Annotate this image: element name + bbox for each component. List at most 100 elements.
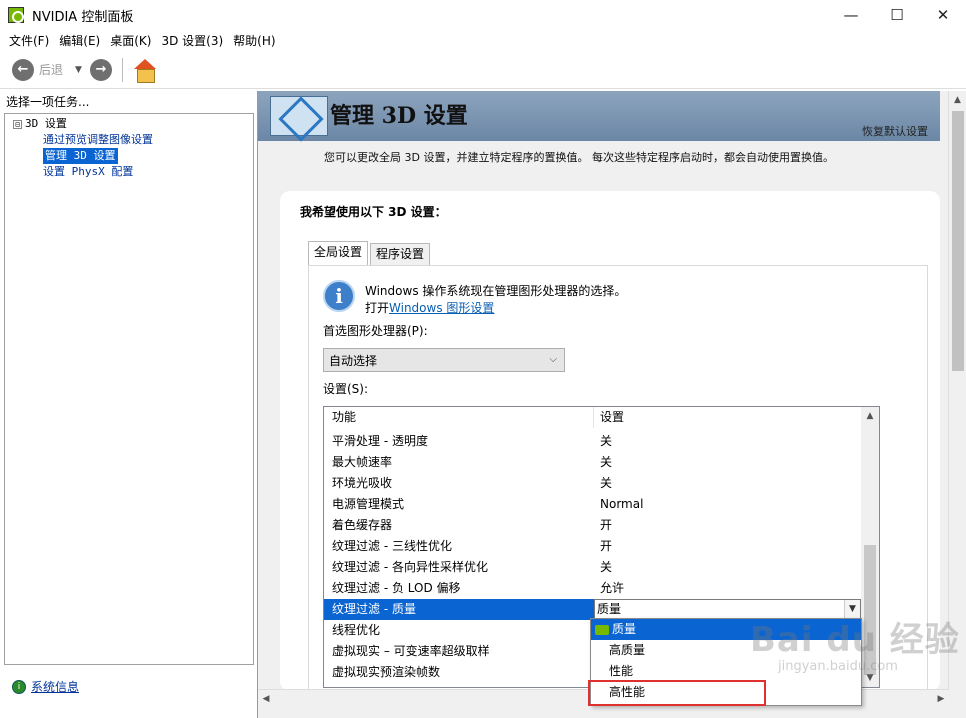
feature-cell: 纹理过滤 - 三线性优化 bbox=[332, 539, 452, 553]
setting-cell: 关 bbox=[600, 560, 613, 574]
feature-cell: 纹理过滤 - 各向异性采样优化 bbox=[332, 560, 488, 574]
column-header-setting[interactable]: 设置 bbox=[594, 407, 624, 428]
close-button[interactable]: ✕ bbox=[920, 0, 966, 30]
feature-cell: 最大帧速率 bbox=[332, 455, 393, 469]
forward-arrow-icon[interactable]: → bbox=[89, 58, 112, 81]
dropdown-option[interactable]: 性能 bbox=[591, 661, 861, 682]
toolbar-separator bbox=[121, 57, 123, 82]
scroll-down-icon[interactable]: ▼ bbox=[861, 669, 879, 687]
system-info-link[interactable]: 系统信息 bbox=[31, 678, 79, 695]
info-link-line: 打开Windows 图形设置 bbox=[365, 299, 494, 316]
maximize-button[interactable]: ☐ bbox=[874, 0, 920, 30]
title-bar: NVIDIA 控制面板 — ☐ ✕ bbox=[0, 0, 966, 30]
table-row[interactable]: 纹理过滤 - 质量 质量 ▼ bbox=[324, 599, 861, 620]
page-banner: 管理 3D 设置 恢复默认设置 bbox=[258, 91, 940, 141]
restore-defaults-link[interactable]: 恢复默认设置 bbox=[862, 123, 928, 139]
content-scrollbar[interactable]: ▲ bbox=[948, 91, 966, 701]
history-dropdown-icon[interactable]: ▼ bbox=[75, 65, 82, 75]
preferred-gpu-value: 自动选择 bbox=[329, 353, 378, 368]
dropdown-option-label: 性能 bbox=[609, 664, 634, 678]
scroll-right-icon[interactable]: ▶ bbox=[933, 690, 949, 708]
dropdown-option-label: 高性能 bbox=[609, 685, 646, 699]
feature-cell: 环境光吸收 bbox=[332, 476, 393, 490]
preferred-gpu-label: 首选图形处理器(P): bbox=[323, 324, 428, 338]
table-row[interactable]: 平滑处理 - 透明度 关 bbox=[324, 431, 861, 452]
scroll-up-icon[interactable]: ▲ bbox=[861, 407, 879, 425]
setting-cell: 关 bbox=[600, 455, 613, 469]
table-row[interactable]: 纹理过滤 - 三线性优化 开 bbox=[324, 536, 861, 557]
table-row[interactable]: 纹理过滤 - 各向异性采样优化 关 bbox=[324, 557, 861, 578]
tree-root-3d-settings[interactable]: ⊟ 3D 设置 bbox=[13, 116, 153, 132]
grid-header: 功能 设置 bbox=[324, 407, 861, 428]
scroll-up-icon[interactable]: ▲ bbox=[949, 91, 966, 109]
tree-item-manage-3d-settings[interactable]: 管理 3D 设置 bbox=[13, 148, 153, 164]
tree-item-label: 管理 3D 设置 bbox=[43, 148, 118, 164]
windows-graphics-settings-link[interactable]: Windows 图形设置 bbox=[389, 301, 494, 315]
toolbar: ← 后退 ▼ → bbox=[0, 51, 966, 89]
system-info[interactable]: i 系统信息 bbox=[12, 678, 79, 695]
settings-tabs: 全局设置 程序设置 bbox=[308, 241, 432, 265]
table-row[interactable]: 纹理过滤 - 负 LOD 偏移 允许 bbox=[324, 578, 861, 599]
back-arrow-icon[interactable]: ← bbox=[12, 58, 34, 81]
table-row[interactable]: 电源管理模式 Normal bbox=[324, 494, 861, 515]
table-row[interactable]: 环境光吸收 关 bbox=[324, 473, 861, 494]
menu-desktop[interactable]: 桌面(K) bbox=[105, 32, 156, 49]
chevron-down-icon[interactable]: ▼ bbox=[844, 600, 860, 619]
chevron-down-icon: ⌵ bbox=[549, 354, 557, 365]
grid-scroll-thumb[interactable] bbox=[864, 545, 876, 675]
feature-cell: 电源管理模式 bbox=[332, 497, 405, 511]
minimize-button[interactable]: — bbox=[828, 0, 874, 30]
feature-cell: 纹理过滤 - 负 LOD 偏移 bbox=[332, 581, 461, 595]
column-header-feature[interactable]: 功能 bbox=[324, 407, 594, 428]
grid-scrollbar[interactable]: ▲ ▼ bbox=[861, 407, 879, 687]
menu-file[interactable]: 文件(F) bbox=[4, 32, 54, 49]
back-label[interactable]: 后退 bbox=[39, 61, 63, 78]
scroll-left-icon[interactable]: ◀ bbox=[258, 690, 274, 708]
window-controls: — ☐ ✕ bbox=[828, 0, 966, 30]
table-row[interactable]: 最大帧速率 关 bbox=[324, 452, 861, 473]
preferred-gpu-select[interactable]: 自动选择 ⌵ bbox=[323, 348, 565, 372]
setting-cell: 开 bbox=[600, 518, 613, 532]
setting-cell[interactable]: 质量 ▼ bbox=[594, 599, 861, 620]
menu-edit[interactable]: 编辑(E) bbox=[54, 32, 105, 49]
panel-heading: 我希望使用以下 3D 设置： bbox=[300, 205, 447, 219]
tree-item-label: 通过预览调整图像设置 bbox=[43, 133, 153, 146]
dropdown-option[interactable]: 高性能 bbox=[591, 682, 861, 703]
table-row[interactable]: 着色缓存器 开 bbox=[324, 515, 861, 536]
page-title: 管理 3D 设置 bbox=[330, 103, 468, 129]
setting-cell: 允许 bbox=[600, 581, 625, 595]
texture-quality-dropdown-list: 质量高质量性能高性能 bbox=[590, 618, 862, 706]
settings-panel: 我希望使用以下 3D 设置： 全局设置 程序设置 i Windows 操作系统现… bbox=[280, 191, 940, 691]
home-icon[interactable] bbox=[133, 58, 157, 83]
info-icon: i bbox=[323, 280, 355, 312]
feature-cell: 平滑处理 - 透明度 bbox=[332, 434, 428, 448]
task-pane: ⊟ 3D 设置 通过预览调整图像设置 管理 3D 设置 设置 PhysX 配置 bbox=[4, 113, 254, 665]
content-scroll-thumb[interactable] bbox=[952, 111, 964, 371]
tree-item-physx-config[interactable]: 设置 PhysX 配置 bbox=[13, 164, 153, 180]
dropdown-option[interactable]: 质量 bbox=[591, 619, 861, 640]
setting-cell: 开 bbox=[600, 539, 613, 553]
3d-settings-icon bbox=[270, 96, 328, 136]
info-link-prefix: 打开 bbox=[365, 301, 390, 315]
window-title: NVIDIA 控制面板 bbox=[32, 9, 134, 25]
dropdown-option-label: 高质量 bbox=[609, 643, 646, 657]
dropdown-option[interactable]: 高质量 bbox=[591, 640, 861, 661]
menu-3d-settings[interactable]: 3D 设置(3) bbox=[156, 32, 228, 49]
tab-program-settings[interactable]: 程序设置 bbox=[370, 243, 431, 265]
feature-cell: 纹理过滤 - 质量 bbox=[324, 599, 594, 620]
task-tree: ⊟ 3D 设置 通过预览调整图像设置 管理 3D 设置 设置 PhysX 配置 bbox=[13, 116, 153, 180]
nvidia-app-icon bbox=[8, 7, 24, 23]
menu-help[interactable]: 帮助(H) bbox=[228, 32, 280, 49]
tab-global-settings[interactable]: 全局设置 bbox=[308, 241, 369, 265]
setting-combo-value: 质量 bbox=[597, 602, 622, 616]
feature-cell: 着色缓存器 bbox=[332, 518, 393, 532]
collapse-icon[interactable]: ⊟ bbox=[13, 119, 22, 129]
tree-item-preview-image-settings[interactable]: 通过预览调整图像设置 bbox=[13, 132, 153, 148]
menu-bar: 文件(F) 编辑(E) 桌面(K) 3D 设置(3) 帮助(H) bbox=[0, 30, 966, 51]
tree-item-label: 设置 PhysX 配置 bbox=[43, 165, 134, 178]
feature-cell: 线程优化 bbox=[332, 623, 381, 637]
feature-cell: 虚拟现实 – 可变速率超级取样 bbox=[332, 644, 490, 658]
setting-cell: Normal bbox=[600, 497, 644, 511]
task-pane-header: 选择一项任务... bbox=[0, 91, 256, 113]
nvidia-logo-icon bbox=[595, 624, 609, 635]
